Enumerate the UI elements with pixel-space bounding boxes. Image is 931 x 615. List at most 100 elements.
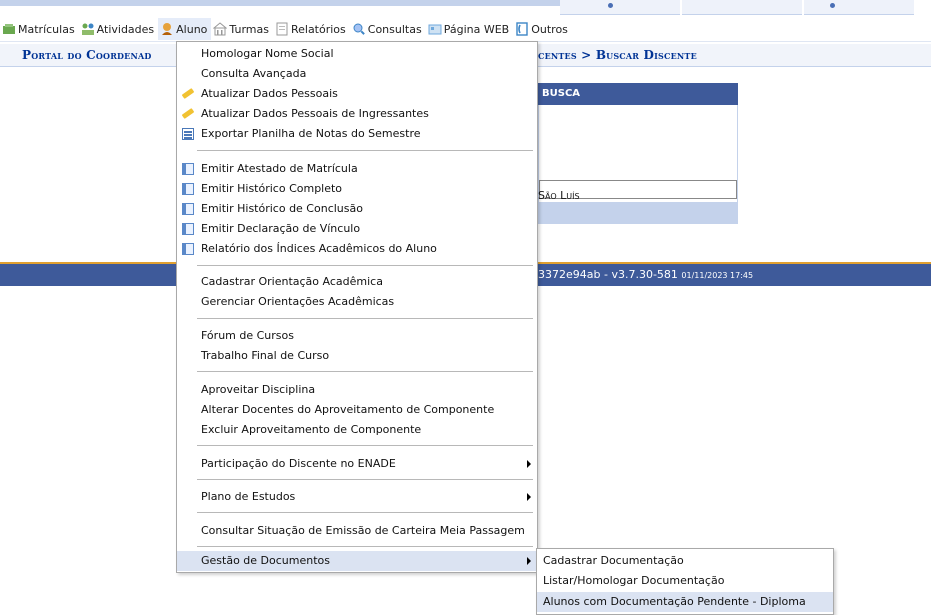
aluno-dropdown-menu: Homologar Nome Social Consulta Avançada …	[176, 41, 538, 573]
menu-separator	[197, 546, 533, 547]
menu-item-alterar-docentes-aproveitamento[interactable]: Alterar Docentes do Aproveitamento de Co…	[177, 400, 537, 420]
header-box	[560, 0, 680, 15]
submenu-item-listar-homologar-documentacao[interactable]: Listar/Homologar Documentação	[537, 571, 833, 591]
submenu-item-cadastrar-documentacao[interactable]: Cadastrar Documentação	[537, 551, 833, 571]
sheet-icon	[182, 203, 194, 215]
menu-pagina-web[interactable]: Página WEB	[426, 18, 514, 40]
menu-item-emitir-historico-conclusao[interactable]: Emitir Histórico de Conclusão	[177, 199, 537, 219]
menu-label: Outros	[531, 22, 568, 36]
menu-relatorios[interactable]: Relatórios	[273, 18, 350, 40]
menu-aluno[interactable]: Aluno	[158, 18, 212, 40]
menu-item-excluir-aproveitamento[interactable]: Excluir Aproveitamento de Componente	[177, 420, 537, 440]
menu-item-label: Emitir Histórico de Conclusão	[201, 202, 363, 215]
menu-item-plano-estudos[interactable]: Plano de Estudos	[177, 487, 537, 507]
menu-label: Turmas	[229, 22, 269, 36]
menu-item-label: Alterar Docentes do Aproveitamento de Co…	[201, 403, 495, 416]
submenu-item-label: Cadastrar Documentação	[543, 554, 684, 567]
search-panel: BUSCA São Luís	[538, 83, 738, 224]
submenu-arrow-icon	[527, 557, 531, 565]
header-bar	[0, 0, 560, 6]
breadcrumb-path: centes > Buscar Discente	[538, 48, 697, 62]
menu-atividades[interactable]: Atividades	[79, 18, 158, 40]
phone-icon	[515, 22, 529, 36]
menu-item-label: Plano de Estudos	[201, 490, 296, 503]
student-icon	[160, 22, 174, 36]
submenu-arrow-icon	[527, 460, 531, 468]
header-dot	[608, 3, 613, 8]
sheet-icon	[182, 183, 194, 195]
menu-label: Atividades	[96, 22, 155, 36]
menu-item-gestao-documentos[interactable]: Gestão de Documentos	[177, 551, 537, 571]
menu-label: Relatórios	[290, 22, 346, 36]
menu-item-emitir-historico-completo[interactable]: Emitir Histórico Completo	[177, 179, 537, 199]
menu-item-trabalho-final[interactable]: Trabalho Final de Curso	[177, 346, 537, 366]
menu-item-label: Consultar Situação de Emissão de Carteir…	[201, 524, 525, 537]
reports-icon	[275, 22, 289, 36]
sheet-icon	[182, 243, 194, 255]
datetime-text: 01/11/2023 17:45	[681, 271, 754, 280]
menu-item-consultar-carteira-meia-passagem[interactable]: Consultar Situação de Emissão de Carteir…	[177, 521, 537, 541]
menu-item-aproveitar-disciplina[interactable]: Aproveitar Disciplina	[177, 380, 537, 400]
menu-label: Consultas	[367, 22, 422, 36]
version-info: 3372e94ab - v3.7.30-581 01/11/2023 17:45	[538, 268, 753, 281]
document-icon	[182, 128, 194, 140]
menu-item-emitir-declaracao-vinculo[interactable]: Emitir Declaração de Vínculo	[177, 219, 537, 239]
menu-turmas[interactable]: Turmas	[211, 18, 273, 40]
search-icon	[352, 22, 366, 36]
menu-label: Aluno	[176, 22, 208, 36]
menu-item-exportar-planilha-notas[interactable]: Exportar Planilha de Notas do Semestre	[177, 124, 537, 144]
enrollment-icon	[2, 22, 16, 36]
menu-separator	[197, 371, 533, 372]
menu-separator	[197, 445, 533, 446]
menu-item-label: Gerenciar Orientações Acadêmicas	[201, 295, 395, 308]
menu-outros[interactable]: Outros	[513, 18, 572, 40]
portal-title: Portal do Coordenad	[22, 48, 152, 62]
menu-item-label: Fórum de Cursos	[201, 329, 294, 342]
menu-item-label: Exportar Planilha de Notas do Semestre	[201, 127, 421, 140]
classes-icon	[213, 22, 228, 36]
menu-item-label: Gestão de Documentos	[201, 554, 330, 567]
menu-separator	[197, 150, 533, 151]
menu-item-gerenciar-orientacoes[interactable]: Gerenciar Orientações Acadêmicas	[177, 292, 537, 312]
campus-text: São Luís	[538, 189, 580, 202]
menu-item-label: Homologar Nome Social	[201, 47, 334, 60]
search-panel-body	[538, 105, 738, 202]
menu-item-participacao-enade[interactable]: Participação do Discente no ENADE	[177, 454, 537, 474]
sheet-icon	[182, 223, 194, 235]
submenu-arrow-icon	[527, 493, 531, 501]
menu-item-emitir-atestado-matricula[interactable]: Emitir Atestado de Matrícula	[177, 159, 537, 179]
menu-item-relatorio-indices-academicos[interactable]: Relatório dos Índices Acadêmicos do Alun…	[177, 239, 537, 259]
menu-item-label: Atualizar Dados Pessoais	[201, 87, 338, 100]
menu-item-label: Emitir Declaração de Vínculo	[201, 222, 361, 235]
menu-matriculas[interactable]: Matrículas	[0, 18, 79, 40]
menu-item-label: Cadastrar Orientação Acadêmica	[201, 275, 383, 288]
search-panel-footer	[538, 202, 738, 224]
header-box	[682, 0, 802, 15]
menu-separator	[197, 318, 533, 319]
menu-item-atualizar-dados-pessoais[interactable]: Atualizar Dados Pessoais	[177, 84, 537, 104]
menu-item-label: Participação do Discente no ENADE	[201, 457, 396, 470]
menu-item-label: Aproveitar Disciplina	[201, 383, 316, 396]
menu-item-forum-cursos[interactable]: Fórum de Cursos	[177, 326, 537, 346]
submenu-item-label: Listar/Homologar Documentação	[543, 574, 725, 587]
submenu-item-alunos-documentacao-pendente[interactable]: Alunos com Documentação Pendente - Diplo…	[537, 592, 833, 612]
menu-item-atualizar-dados-ingressantes[interactable]: Atualizar Dados Pessoais de Ingressantes	[177, 104, 537, 124]
web-page-icon	[428, 22, 442, 36]
menu-item-homologar-nome-social[interactable]: Homologar Nome Social	[177, 44, 537, 64]
pencil-icon	[182, 108, 194, 120]
menu-consultas[interactable]: Consultas	[350, 18, 426, 40]
version-text: 3372e94ab - v3.7.30-581	[538, 268, 678, 281]
header-dot	[830, 3, 835, 8]
menu-item-label: Excluir Aproveitamento de Componente	[201, 423, 422, 436]
activities-icon	[81, 22, 95, 36]
menu-item-label: Consulta Avançada	[201, 67, 307, 80]
menu-item-consulta-avancada[interactable]: Consulta Avançada	[177, 64, 537, 84]
main-menubar: Matrículas Atividades Aluno Turmas Relat…	[0, 17, 931, 42]
menu-item-cadastrar-orientacao[interactable]: Cadastrar Orientação Acadêmica	[177, 272, 537, 292]
search-panel-caption: BUSCA	[538, 83, 738, 105]
menu-item-label: Atualizar Dados Pessoais de Ingressantes	[201, 107, 429, 120]
submenu-item-label: Alunos com Documentação Pendente - Diplo…	[543, 595, 806, 608]
pencil-icon	[182, 88, 194, 100]
menu-item-label: Emitir Histórico Completo	[201, 182, 343, 195]
menu-separator	[197, 265, 533, 266]
